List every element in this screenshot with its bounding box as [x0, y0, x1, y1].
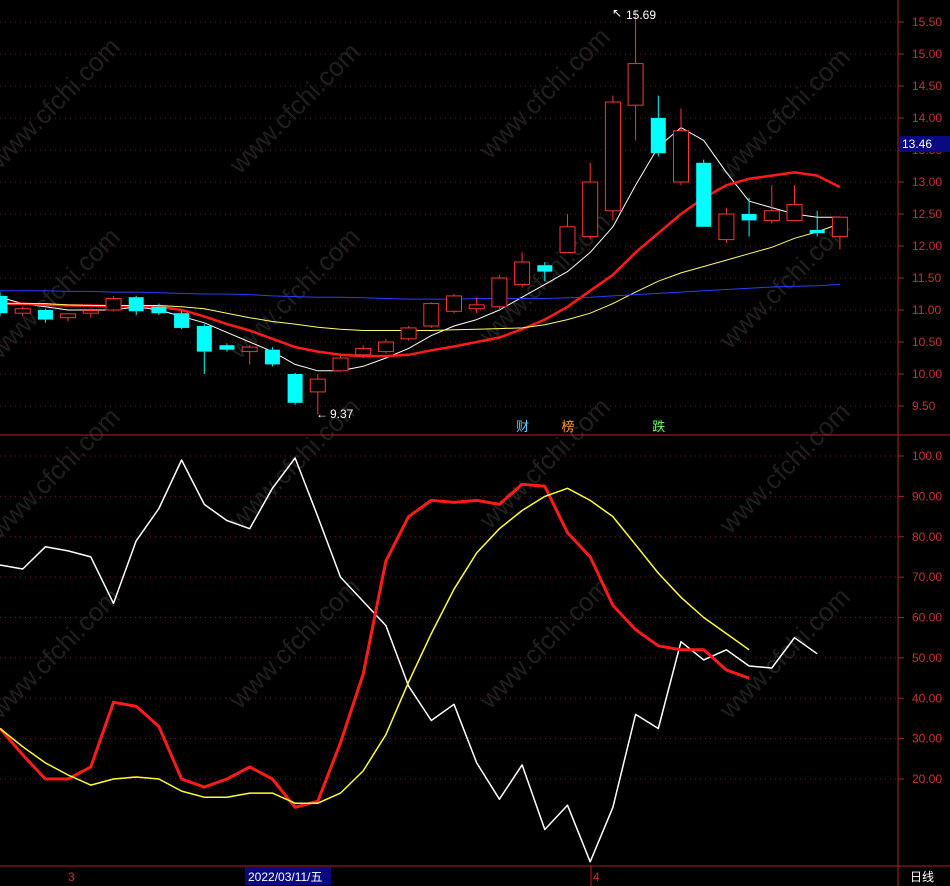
candle-body: [264, 349, 280, 365]
price-tick-label: 12.00: [912, 239, 942, 253]
candle-body: [174, 313, 190, 328]
candle-body: [537, 265, 553, 272]
stock-chart[interactable]: www.cfchi.com www.cfchi.com www.cfchi.com w…: [0, 0, 950, 886]
candle-body: [786, 203, 803, 221]
candle-body: [14, 308, 31, 314]
candle-body: [151, 306, 167, 314]
candle-body: [514, 261, 531, 285]
price-tick-label: 15.50: [912, 15, 942, 29]
candle-body: [423, 303, 440, 327]
indicator-tick-label: 20.00: [912, 772, 942, 786]
candle-body: [741, 214, 757, 221]
candle-body: [627, 63, 644, 106]
indicator-tick-label: 80.00: [912, 530, 942, 544]
indicator-tick-label: 100.0: [912, 449, 942, 463]
candle-body: [809, 230, 825, 234]
candle-body: [696, 162, 712, 227]
month-tag-april: 4: [593, 870, 600, 884]
candle-body: [763, 210, 780, 221]
price-tick-label: 12.50: [912, 207, 942, 221]
candle-body: [718, 213, 735, 241]
indicator-tick-label: 90.00: [912, 489, 942, 503]
candle-body: [559, 226, 576, 253]
price-tick-label: 10.00: [912, 367, 942, 381]
candle-body: [0, 295, 8, 314]
candle-body: [831, 216, 848, 237]
candle-body: [377, 341, 394, 353]
candle-body: [287, 374, 303, 403]
price-tick-label: 13.00: [912, 175, 942, 189]
candle-body: [582, 181, 599, 237]
price-tick-label: 9.50: [912, 399, 936, 413]
candle-body: [468, 304, 485, 310]
price-tick-label: 15.00: [912, 47, 942, 61]
price-tick-label: 14.00: [912, 111, 942, 125]
price-tick-label: 11.00: [912, 303, 941, 317]
price-tick-label: 10.50: [912, 335, 942, 349]
candle-body: [650, 118, 666, 154]
candle-body: [37, 310, 53, 320]
month-tag-march: 3: [68, 870, 75, 884]
cursor-date-tag: 2022/03/11/五: [248, 870, 323, 884]
candle-body: [82, 310, 99, 314]
low-price-annotation: 9.37: [330, 407, 354, 421]
indicator-tick-label: 60.00: [912, 611, 942, 625]
candle-body: [60, 313, 77, 319]
high-price-annotation: 15.69: [626, 8, 656, 22]
price-tick-label: 14.50: [912, 79, 942, 93]
candle-body: [105, 297, 122, 311]
low-arrow-icon: ←: [316, 407, 328, 421]
indicator-tick-label: 70.00: [912, 570, 942, 584]
event-marker[interactable]: 跌: [652, 419, 665, 435]
candle-body: [196, 326, 212, 352]
candle-body: [400, 327, 417, 340]
current-price-tag: 13.46: [902, 137, 932, 151]
candle-body: [355, 347, 372, 356]
high-arrow-icon: ↖: [612, 6, 622, 20]
indicator-tick-label: 50.00: [912, 651, 942, 665]
event-marker[interactable]: 财: [516, 420, 529, 435]
price-tick-label: 11.50: [912, 271, 941, 285]
candle-body: [332, 357, 349, 372]
candle-body: [128, 297, 144, 312]
candle-body: [673, 130, 689, 183]
indicator-tick-label: 30.00: [912, 732, 942, 746]
period-label[interactable]: 日线: [910, 870, 934, 884]
candle-body: [241, 346, 258, 353]
candle-body: [604, 101, 621, 212]
candle-body: [219, 345, 235, 350]
candle-body: [446, 295, 462, 312]
indicator-tick-label: 40.00: [912, 691, 942, 705]
candle-body: [491, 277, 508, 308]
event-marker[interactable]: 榜: [562, 419, 575, 435]
candle-body: [309, 378, 326, 393]
